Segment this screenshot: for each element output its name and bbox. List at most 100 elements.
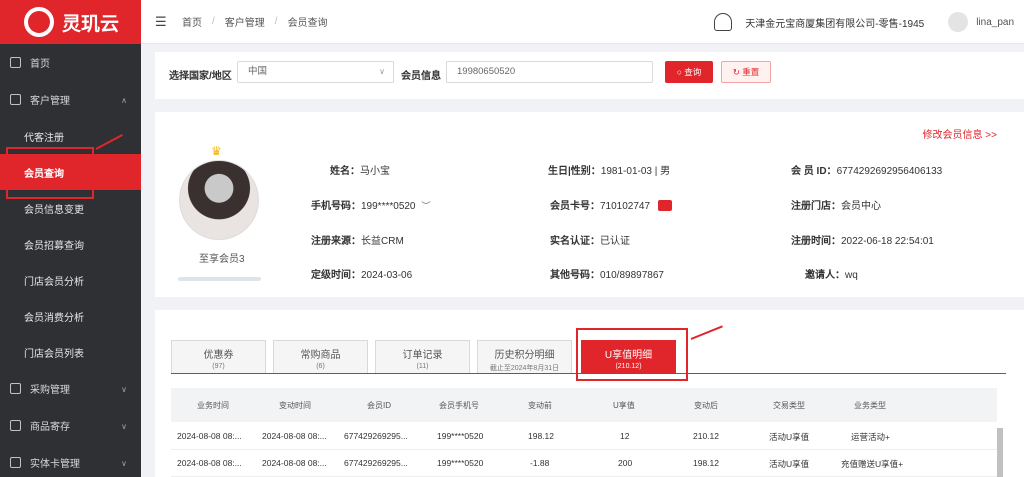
level-progress-bar [178,277,261,281]
cell: 充值赠送U享值+ [841,459,904,469]
sidebar-subitem-consumption-analysis[interactable]: 会员消费分析 [0,298,141,334]
field-value: 2022-06-18 22:54:01 [841,236,934,247]
cell: 活动U享值 [769,432,810,442]
field-card-no: 会员卡号：710102747 [550,197,673,212]
sidebar-subitem-label: 会员信息变更 [24,204,84,216]
annotation-highlight-box [576,328,688,381]
org-name[interactable]: 天津金元宝商厦集团有限公司-零售-1945 [745,15,924,30]
sidebar-subitem-label: 会员招募查询 [24,240,84,252]
field-value: 1981-01-03 | 男 [600,166,671,177]
field-label: 生日|性别： [548,166,601,177]
app-logo-text: 灵玑云 [62,13,120,35]
field-name: 姓名：马小宝 [330,162,390,177]
sidebar-item-home[interactable]: 首页 [0,44,141,81]
crown-icon: ♛ [211,144,222,158]
region-select-value: 中国 [248,66,268,77]
edit-member-link[interactable]: 修改会员信息 >> [923,126,997,141]
tab-coupons[interactable]: 优惠券 (97) [171,340,266,373]
field-value: 6774292692956406133 [836,166,943,177]
column-header: 会员ID [367,401,391,410]
cell: 199****0520 [437,458,484,468]
tab-label: 订单记录 [402,350,443,361]
field-label: 注册门店： [791,201,841,212]
user-name[interactable]: lina_pan [976,17,1014,28]
table-row[interactable]: 2024-08-08 08:... 2024-08-08 08:... 6774… [171,423,997,450]
region-select[interactable]: 中国 ∨ [237,61,394,83]
column-header: 会员手机号 [439,401,479,410]
sidebar-subitem-recruit-query[interactable]: 会员招募查询 [0,226,141,262]
region-label: 选择国家/地区 [169,71,232,82]
cell: 198.12 [528,431,554,441]
sidebar-item-label: 商品寄存 [30,422,70,433]
app-logo[interactable]: 灵玑云 [0,0,141,44]
sidebar: 灵玑云 首页 客户管理 ∧ 代客注册 会员查询 会员信息变更 会员招募查询 门店… [0,0,141,477]
member-level: 至享会员3 [199,254,245,265]
cart-icon [10,383,21,394]
sidebar-item-label: 首页 [30,59,50,70]
cell: 200 [618,458,633,468]
cell: 2024-08-08 08:... [262,431,327,441]
breadcrumb-separator: / [274,16,278,27]
briefcase-icon [10,94,21,105]
sidebar-subitem-label: 门店会员分析 [24,276,84,288]
chevron-down-icon: ∨ [121,422,127,431]
sidebar-item-customer-mgmt[interactable]: 客户管理 ∧ [0,81,141,118]
breadcrumb-current: 会员查询 [287,18,328,29]
field-value: 马小宝 [360,166,390,177]
chevron-down-icon: ∨ [379,67,385,76]
cell: 2024-08-08 08:... [262,458,327,468]
table-row[interactable]: 2024-08-08 08:... 2024-08-08 08:... 6774… [171,450,997,477]
query-button[interactable]: ○ 查询 [665,61,713,83]
grid-icon [10,57,21,68]
cell: 210.12 [693,431,719,441]
cell: 活动U享值 [769,459,810,469]
column-header: 变动后 [694,401,718,410]
avatar[interactable] [948,12,969,32]
tab-points-history[interactable]: 历史积分明细 截止至2024年8月31日 [477,340,572,373]
sidebar-subitem-label: 会员消费分析 [24,312,84,324]
cell: 199****0520 [437,431,484,441]
field-value: 199****0520 [361,201,416,212]
field-label: 手机号码： [311,201,361,212]
card-icon[interactable] [658,200,673,211]
field-reg-store: 注册门店：会员中心 [791,197,881,212]
bell-icon[interactable] [714,13,733,31]
tab-label: 常购商品 [300,350,341,361]
sidebar-item-purchase[interactable]: 采购管理 ∨ [0,370,141,407]
field-real-name: 实名认证：已认证 [550,232,630,247]
member-info-input[interactable]: 19980650520 [446,61,653,83]
table-scrollbar[interactable] [997,428,1003,477]
reset-button[interactable]: ↻ 重置 [721,61,771,83]
field-label: 实名认证： [550,236,600,247]
field-value: 710102747 [600,201,651,212]
field-label: 邀请人： [805,270,845,281]
field-reg-time: 注册时间：2022-06-18 22:54:01 [791,232,934,247]
breadcrumb-customer[interactable]: 客户管理 [225,14,265,29]
chevron-up-icon: ∧ [121,96,127,105]
field-reg-source: 注册来源：长益CRM [311,232,404,247]
column-header: U享值 [613,401,635,410]
column-header: 变动前 [528,401,552,410]
breadcrumb-home[interactable]: 首页 [182,14,202,29]
annotation-highlight-box [6,147,94,199]
field-value: 010/89897867 [600,270,664,281]
sidebar-subitem-store-member-list[interactable]: 门店会员列表 [0,334,141,370]
logo-seal-icon [24,7,54,37]
tab-count: (6) [316,363,325,370]
field-grade-time: 定级时间：2024-03-06 [311,266,412,281]
field-member-id: 会 员 ID：6774292692956406133 [791,162,942,177]
cell: 198.12 [693,458,719,468]
tab-orders[interactable]: 订单记录 (11) [375,340,470,373]
sidebar-item-storage[interactable]: 商品寄存 ∨ [0,407,141,444]
menu-toggle-icon[interactable]: ☰ [155,14,167,30]
sidebar-item-card[interactable]: 实体卡管理 ∨ [0,444,141,477]
column-header: 交易类型 [773,401,805,410]
search-icon: ○ [676,67,682,77]
tab-frequent-products[interactable]: 常购商品 (6) [273,340,368,373]
eye-closed-icon[interactable]: ︶ [422,199,431,212]
field-label: 会员卡号： [550,201,600,212]
sidebar-subitem-store-member-analysis[interactable]: 门店会员分析 [0,262,141,298]
cell: -1.88 [530,458,550,468]
member-info-label: 会员信息 [401,71,441,82]
query-button-label: 查询 [684,67,702,77]
